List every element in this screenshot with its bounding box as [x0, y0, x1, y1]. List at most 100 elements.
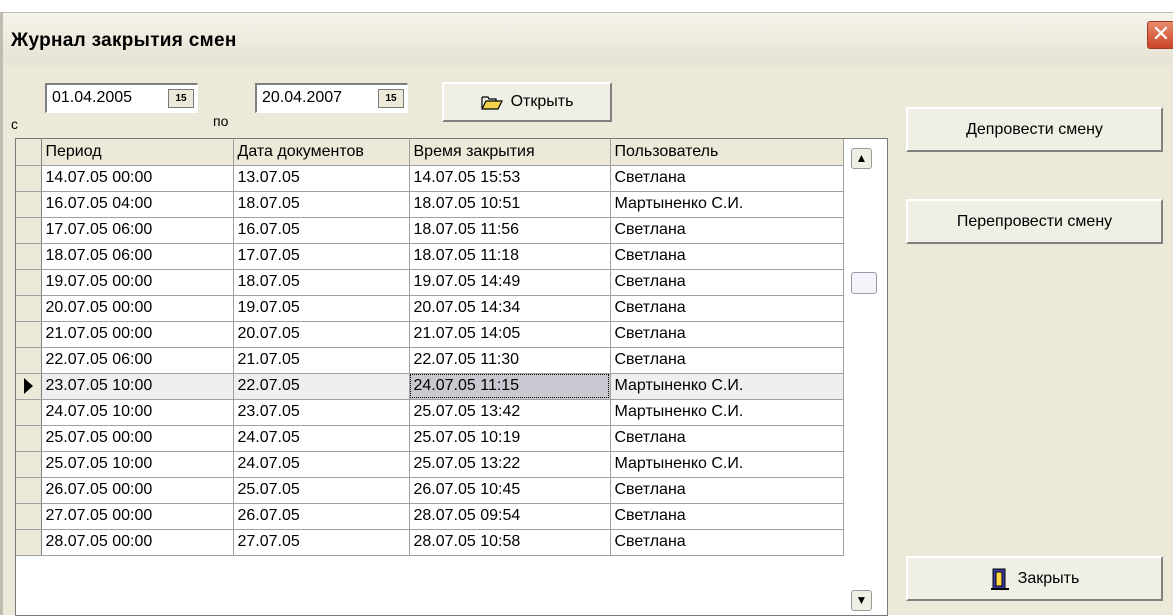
cell-period[interactable]: 19.07.05 00:00: [41, 269, 234, 296]
close-button[interactable]: Закрыть: [906, 556, 1163, 601]
cell-doc-date[interactable]: 22.07.05: [233, 373, 410, 400]
row-indicator[interactable]: [16, 269, 42, 296]
cell-doc-date[interactable]: 16.07.05: [233, 217, 410, 244]
cell-period[interactable]: 25.07.05 00:00: [41, 425, 234, 452]
cell-close-time[interactable]: 18.07.05 10:51: [409, 191, 611, 218]
calendar-icon[interactable]: 15: [378, 89, 404, 108]
cell-close-time[interactable]: 18.07.05 11:18: [409, 243, 611, 270]
row-indicator[interactable]: [16, 295, 42, 322]
cell-doc-date[interactable]: 24.07.05: [233, 425, 410, 452]
scroll-down-icon[interactable]: ▼: [851, 590, 872, 611]
table-row[interactable]: 23.07.05 10:00 22.07.05 24.07.05 11:15 Март…: [16, 373, 844, 400]
title-bar[interactable]: Журнал закрытия смен ✕: [3, 13, 1173, 65]
table-row[interactable]: 25.07.05 00:00 24.07.05 25.07.05 10:19 Свет…: [16, 425, 844, 452]
cell-user[interactable]: Мартыненко С.И.: [610, 191, 844, 218]
cell-user[interactable]: Светлана: [610, 477, 844, 504]
cell-user[interactable]: Светлана: [610, 347, 844, 374]
cell-doc-date[interactable]: 18.07.05: [233, 191, 410, 218]
cell-user[interactable]: Светлана: [610, 269, 844, 296]
table-row[interactable]: 18.07.05 06:00 17.07.05 18.07.05 11:18 Свет…: [16, 243, 844, 270]
table-row[interactable]: 14.07.05 00:00 13.07.05 14.07.05 15:53 Свет…: [16, 165, 844, 192]
cell-close-time[interactable]: 19.07.05 14:49: [409, 269, 611, 296]
row-indicator[interactable]: [16, 243, 42, 270]
row-indicator[interactable]: [16, 191, 42, 218]
date-to-picker[interactable]: 20.04.2007 15: [255, 83, 408, 113]
cell-period[interactable]: 14.07.05 00:00: [41, 165, 234, 192]
table-row[interactable]: 19.07.05 00:00 18.07.05 19.07.05 14:49 Свет…: [16, 269, 844, 296]
cell-period[interactable]: 17.07.05 06:00: [41, 217, 234, 244]
cell-doc-date[interactable]: 18.07.05: [233, 269, 410, 296]
cell-doc-date[interactable]: 19.07.05: [233, 295, 410, 322]
cell-user[interactable]: Мартыненко С.И.: [610, 451, 844, 478]
cell-close-time[interactable]: 25.07.05 10:19: [409, 425, 611, 452]
cell-doc-date[interactable]: 13.07.05: [233, 165, 410, 192]
close-window-button[interactable]: ✕: [1147, 21, 1173, 49]
calendar-icon[interactable]: 15: [168, 89, 194, 108]
scroll-thumb[interactable]: [851, 272, 877, 294]
cell-period[interactable]: 21.07.05 00:00: [41, 321, 234, 348]
cell-doc-date[interactable]: 23.07.05: [233, 399, 410, 426]
table-row[interactable]: 17.07.05 06:00 16.07.05 18.07.05 11:56 Свет…: [16, 217, 844, 244]
cell-close-time[interactable]: 28.07.05 09:54: [409, 503, 611, 530]
cell-period[interactable]: 26.07.05 00:00: [41, 477, 234, 504]
table-row[interactable]: 22.07.05 06:00 21.07.05 22.07.05 11:30 Свет…: [16, 347, 844, 374]
cell-user[interactable]: Мартыненко С.И.: [610, 399, 844, 426]
cell-close-time[interactable]: 14.07.05 15:53: [409, 165, 611, 192]
cell-user[interactable]: Светлана: [610, 165, 844, 192]
row-indicator[interactable]: [16, 347, 42, 374]
table-row[interactable]: 28.07.05 00:00 27.07.05 28.07.05 10:58 Свет…: [16, 529, 844, 556]
row-indicator[interactable]: [16, 373, 42, 400]
date-from-picker[interactable]: 01.04.2005 15: [45, 83, 198, 113]
cell-doc-date[interactable]: 21.07.05: [233, 347, 410, 374]
cell-period[interactable]: 16.07.05 04:00: [41, 191, 234, 218]
table-row[interactable]: 25.07.05 10:00 24.07.05 25.07.05 13:22 Март…: [16, 451, 844, 478]
cell-doc-date[interactable]: 24.07.05: [233, 451, 410, 478]
row-indicator[interactable]: [16, 477, 42, 504]
open-button[interactable]: Открыть: [442, 82, 612, 122]
cell-period[interactable]: 20.07.05 00:00: [41, 295, 234, 322]
scroll-up-icon[interactable]: ▲: [851, 148, 872, 169]
vertical-scrollbar[interactable]: ▲ ▼: [845, 139, 887, 615]
table-row[interactable]: 21.07.05 00:00 20.07.05 21.07.05 14:05 Свет…: [16, 321, 844, 348]
cell-doc-date[interactable]: 27.07.05: [233, 529, 410, 556]
cell-close-time[interactable]: 25.07.05 13:42: [409, 399, 611, 426]
cell-user[interactable]: Мартыненко С.И.: [610, 373, 844, 400]
cell-period[interactable]: 27.07.05 00:00: [41, 503, 234, 530]
table-row[interactable]: 27.07.05 00:00 26.07.05 28.07.05 09:54 Свет…: [16, 503, 844, 530]
repost-shift-button[interactable]: Перепровести смену: [906, 199, 1163, 244]
cell-close-time[interactable]: 21.07.05 14:05: [409, 321, 611, 348]
cell-user[interactable]: Светлана: [610, 503, 844, 530]
table-row[interactable]: 24.07.05 10:00 23.07.05 25.07.05 13:42 Март…: [16, 399, 844, 426]
table-row[interactable]: 16.07.05 04:00 18.07.05 18.07.05 10:51 Март…: [16, 191, 844, 218]
cell-close-time[interactable]: 18.07.05 11:56: [409, 217, 611, 244]
cell-period[interactable]: 28.07.05 00:00: [41, 529, 234, 556]
column-header-period[interactable]: Период: [41, 139, 234, 166]
unpost-shift-button[interactable]: Депровести смену: [906, 107, 1163, 152]
cell-close-time[interactable]: 25.07.05 13:22: [409, 451, 611, 478]
cell-user[interactable]: Светлана: [610, 295, 844, 322]
table-row[interactable]: 20.07.05 00:00 19.07.05 20.07.05 14:34 Свет…: [16, 295, 844, 322]
cell-user[interactable]: Светлана: [610, 243, 844, 270]
cell-user[interactable]: Светлана: [610, 217, 844, 244]
cell-user[interactable]: Светлана: [610, 321, 844, 348]
cell-period[interactable]: 23.07.05 10:00: [41, 373, 234, 400]
row-indicator[interactable]: [16, 217, 42, 244]
row-indicator[interactable]: [16, 425, 42, 452]
cell-period[interactable]: 22.07.05 06:00: [41, 347, 234, 374]
row-indicator[interactable]: [16, 165, 42, 192]
table-row[interactable]: 26.07.05 00:00 25.07.05 26.07.05 10:45 Свет…: [16, 477, 844, 504]
cell-period[interactable]: 24.07.05 10:00: [41, 399, 234, 426]
cell-doc-date[interactable]: 17.07.05: [233, 243, 410, 270]
cell-doc-date[interactable]: 26.07.05: [233, 503, 410, 530]
cell-close-time[interactable]: 28.07.05 10:58: [409, 529, 611, 556]
column-header-user[interactable]: Пользователь: [610, 139, 844, 166]
shifts-grid[interactable]: Период Дата документов Время закрытия По…: [15, 138, 888, 616]
cell-close-time[interactable]: 24.07.05 11:15: [409, 373, 611, 400]
cell-close-time[interactable]: 20.07.05 14:34: [409, 295, 611, 322]
row-indicator[interactable]: [16, 451, 42, 478]
row-indicator[interactable]: [16, 399, 42, 426]
cell-user[interactable]: Светлана: [610, 529, 844, 556]
cell-user[interactable]: Светлана: [610, 425, 844, 452]
cell-period[interactable]: 25.07.05 10:00: [41, 451, 234, 478]
row-indicator[interactable]: [16, 503, 42, 530]
